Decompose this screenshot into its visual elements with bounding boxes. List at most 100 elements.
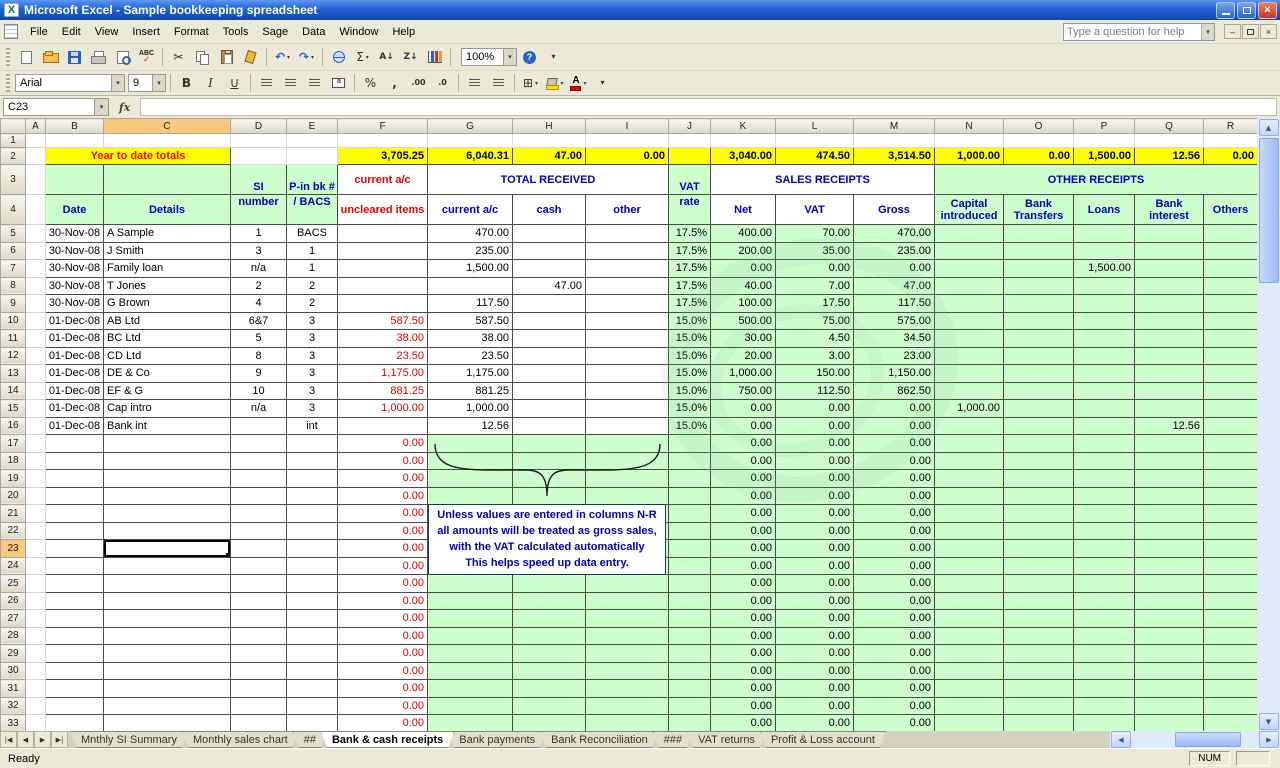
row-header-28[interactable]: 28 <box>1 627 26 645</box>
paste-button[interactable] <box>215 47 238 68</box>
cell-Q28[interactable] <box>1135 627 1204 645</box>
cell-R32[interactable] <box>1204 697 1258 715</box>
cell-O23[interactable] <box>1004 540 1074 558</box>
cell-M27[interactable]: 0.00 <box>854 610 935 628</box>
cell-R15[interactable] <box>1204 400 1258 418</box>
cell-L33[interactable]: 0.00 <box>776 715 854 732</box>
cell-D4[interactable]: number <box>231 195 287 225</box>
cell-B32[interactable] <box>46 697 104 715</box>
cell-C10[interactable]: AB Ltd <box>104 312 231 330</box>
cell-P11[interactable] <box>1074 330 1135 348</box>
sort-ascending-button[interactable]: A↓ <box>375 47 398 68</box>
cell-N31[interactable] <box>935 680 1004 698</box>
row-header-2[interactable]: 2 <box>1 148 26 165</box>
cell-H29[interactable] <box>513 645 586 663</box>
cell-M12[interactable]: 23.00 <box>854 347 935 365</box>
cell-K5[interactable]: 400.00 <box>711 225 776 243</box>
cell-H31[interactable] <box>513 680 586 698</box>
cell-G32[interactable] <box>428 697 513 715</box>
row-header-22[interactable]: 22 <box>1 522 26 540</box>
cell-C13[interactable]: DE & Co <box>104 365 231 383</box>
cell-O7[interactable] <box>1004 260 1074 278</box>
cell-K30[interactable]: 0.00 <box>711 662 776 680</box>
cell-C11[interactable]: BC Ltd <box>104 330 231 348</box>
cell-C7[interactable]: Family loan <box>104 260 231 278</box>
cell-M4[interactable]: Gross <box>854 195 935 225</box>
cell-B29[interactable] <box>46 645 104 663</box>
cell-D8[interactable]: 2 <box>231 277 287 295</box>
col-header-F[interactable]: F <box>338 119 428 134</box>
cell-E23[interactable] <box>287 540 338 558</box>
first-sheet-button[interactable]: |◀ <box>0 731 17 748</box>
cell-C27[interactable] <box>104 610 231 628</box>
cell-P30[interactable] <box>1074 662 1135 680</box>
align-center-button[interactable] <box>279 73 302 94</box>
cell-Q12[interactable] <box>1135 347 1204 365</box>
menu-insert[interactable]: Insert <box>125 22 167 42</box>
cell-L27[interactable]: 0.00 <box>776 610 854 628</box>
cell-O28[interactable] <box>1004 627 1074 645</box>
cell-E5[interactable]: BACS <box>287 225 338 243</box>
scroll-left-button[interactable]: ◀ <box>1111 731 1131 748</box>
cell-R8[interactable] <box>1204 277 1258 295</box>
cell-K21[interactable]: 0.00 <box>711 505 776 523</box>
cell-M22[interactable]: 0.00 <box>854 522 935 540</box>
cell-O19[interactable] <box>1004 470 1074 488</box>
cell-E10[interactable]: 3 <box>287 312 338 330</box>
cell-O32[interactable] <box>1004 697 1074 715</box>
cell-Q14[interactable] <box>1135 382 1204 400</box>
cell-G25[interactable] <box>428 575 513 593</box>
cell-B9[interactable]: 30-Nov-08 <box>46 295 104 313</box>
formula-input[interactable] <box>140 98 1277 116</box>
cell-O22[interactable] <box>1004 522 1074 540</box>
cell-G12[interactable]: 23.50 <box>428 347 513 365</box>
cell-J8[interactable]: 17.5% <box>669 277 711 295</box>
cell-M18[interactable]: 0.00 <box>854 452 935 470</box>
cell-N29[interactable] <box>935 645 1004 663</box>
cell-R21[interactable] <box>1204 505 1258 523</box>
cell-M26[interactable]: 0.00 <box>854 592 935 610</box>
cell-J21[interactable] <box>669 505 711 523</box>
redo-button[interactable]: ↷▾ <box>295 47 318 68</box>
cell-N18[interactable] <box>935 452 1004 470</box>
cell-O25[interactable] <box>1004 575 1074 593</box>
cell-K13[interactable]: 1,000.00 <box>711 365 776 383</box>
cell-F23[interactable]: 0.00 <box>338 540 428 558</box>
cell-B15[interactable]: 01-Dec-08 <box>46 400 104 418</box>
cell-Q16[interactable]: 12.56 <box>1135 417 1204 435</box>
chevron-down-icon[interactable]: ▾ <box>535 80 538 87</box>
underline-button[interactable]: U <box>223 73 246 94</box>
cell-D5[interactable]: 1 <box>231 225 287 243</box>
cell-M9[interactable]: 117.50 <box>854 295 935 313</box>
cell-Q15[interactable] <box>1135 400 1204 418</box>
cell-L31[interactable]: 0.00 <box>776 680 854 698</box>
cell-Q1[interactable] <box>1135 134 1204 148</box>
cell-N20[interactable] <box>935 487 1004 505</box>
cell-Q6[interactable] <box>1135 242 1204 260</box>
cell-M32[interactable]: 0.00 <box>854 697 935 715</box>
help-button[interactable]: ? <box>518 47 541 68</box>
cell-C19[interactable] <box>104 470 231 488</box>
cell-I7[interactable] <box>586 260 669 278</box>
cell-C8[interactable]: T Jones <box>104 277 231 295</box>
row-header-18[interactable]: 18 <box>1 452 26 470</box>
cell-D15[interactable]: n/a <box>231 400 287 418</box>
cell-I25[interactable] <box>586 575 669 593</box>
cell-M15[interactable]: 0.00 <box>854 400 935 418</box>
cell-G3[interactable]: TOTAL RECEIVED <box>428 165 669 195</box>
cell-L9[interactable]: 17.50 <box>776 295 854 313</box>
sheet-tab-bank-reconciliation[interactable]: Bank Reconciliation <box>540 731 659 748</box>
cell-A32[interactable] <box>26 697 46 715</box>
row-header-6[interactable]: 6 <box>1 242 26 260</box>
cell-J28[interactable] <box>669 627 711 645</box>
cell-G13[interactable]: 1,175.00 <box>428 365 513 383</box>
cell-E20[interactable] <box>287 487 338 505</box>
scroll-down-button[interactable]: ▼ <box>1259 713 1279 730</box>
cell-F3[interactable]: current a/c <box>338 165 428 195</box>
col-header-R[interactable]: R <box>1204 119 1258 134</box>
cell-L26[interactable]: 0.00 <box>776 592 854 610</box>
cell-Q18[interactable] <box>1135 452 1204 470</box>
cell-F11[interactable]: 38.00 <box>338 330 428 348</box>
row-header-25[interactable]: 25 <box>1 575 26 593</box>
cell-O21[interactable] <box>1004 505 1074 523</box>
